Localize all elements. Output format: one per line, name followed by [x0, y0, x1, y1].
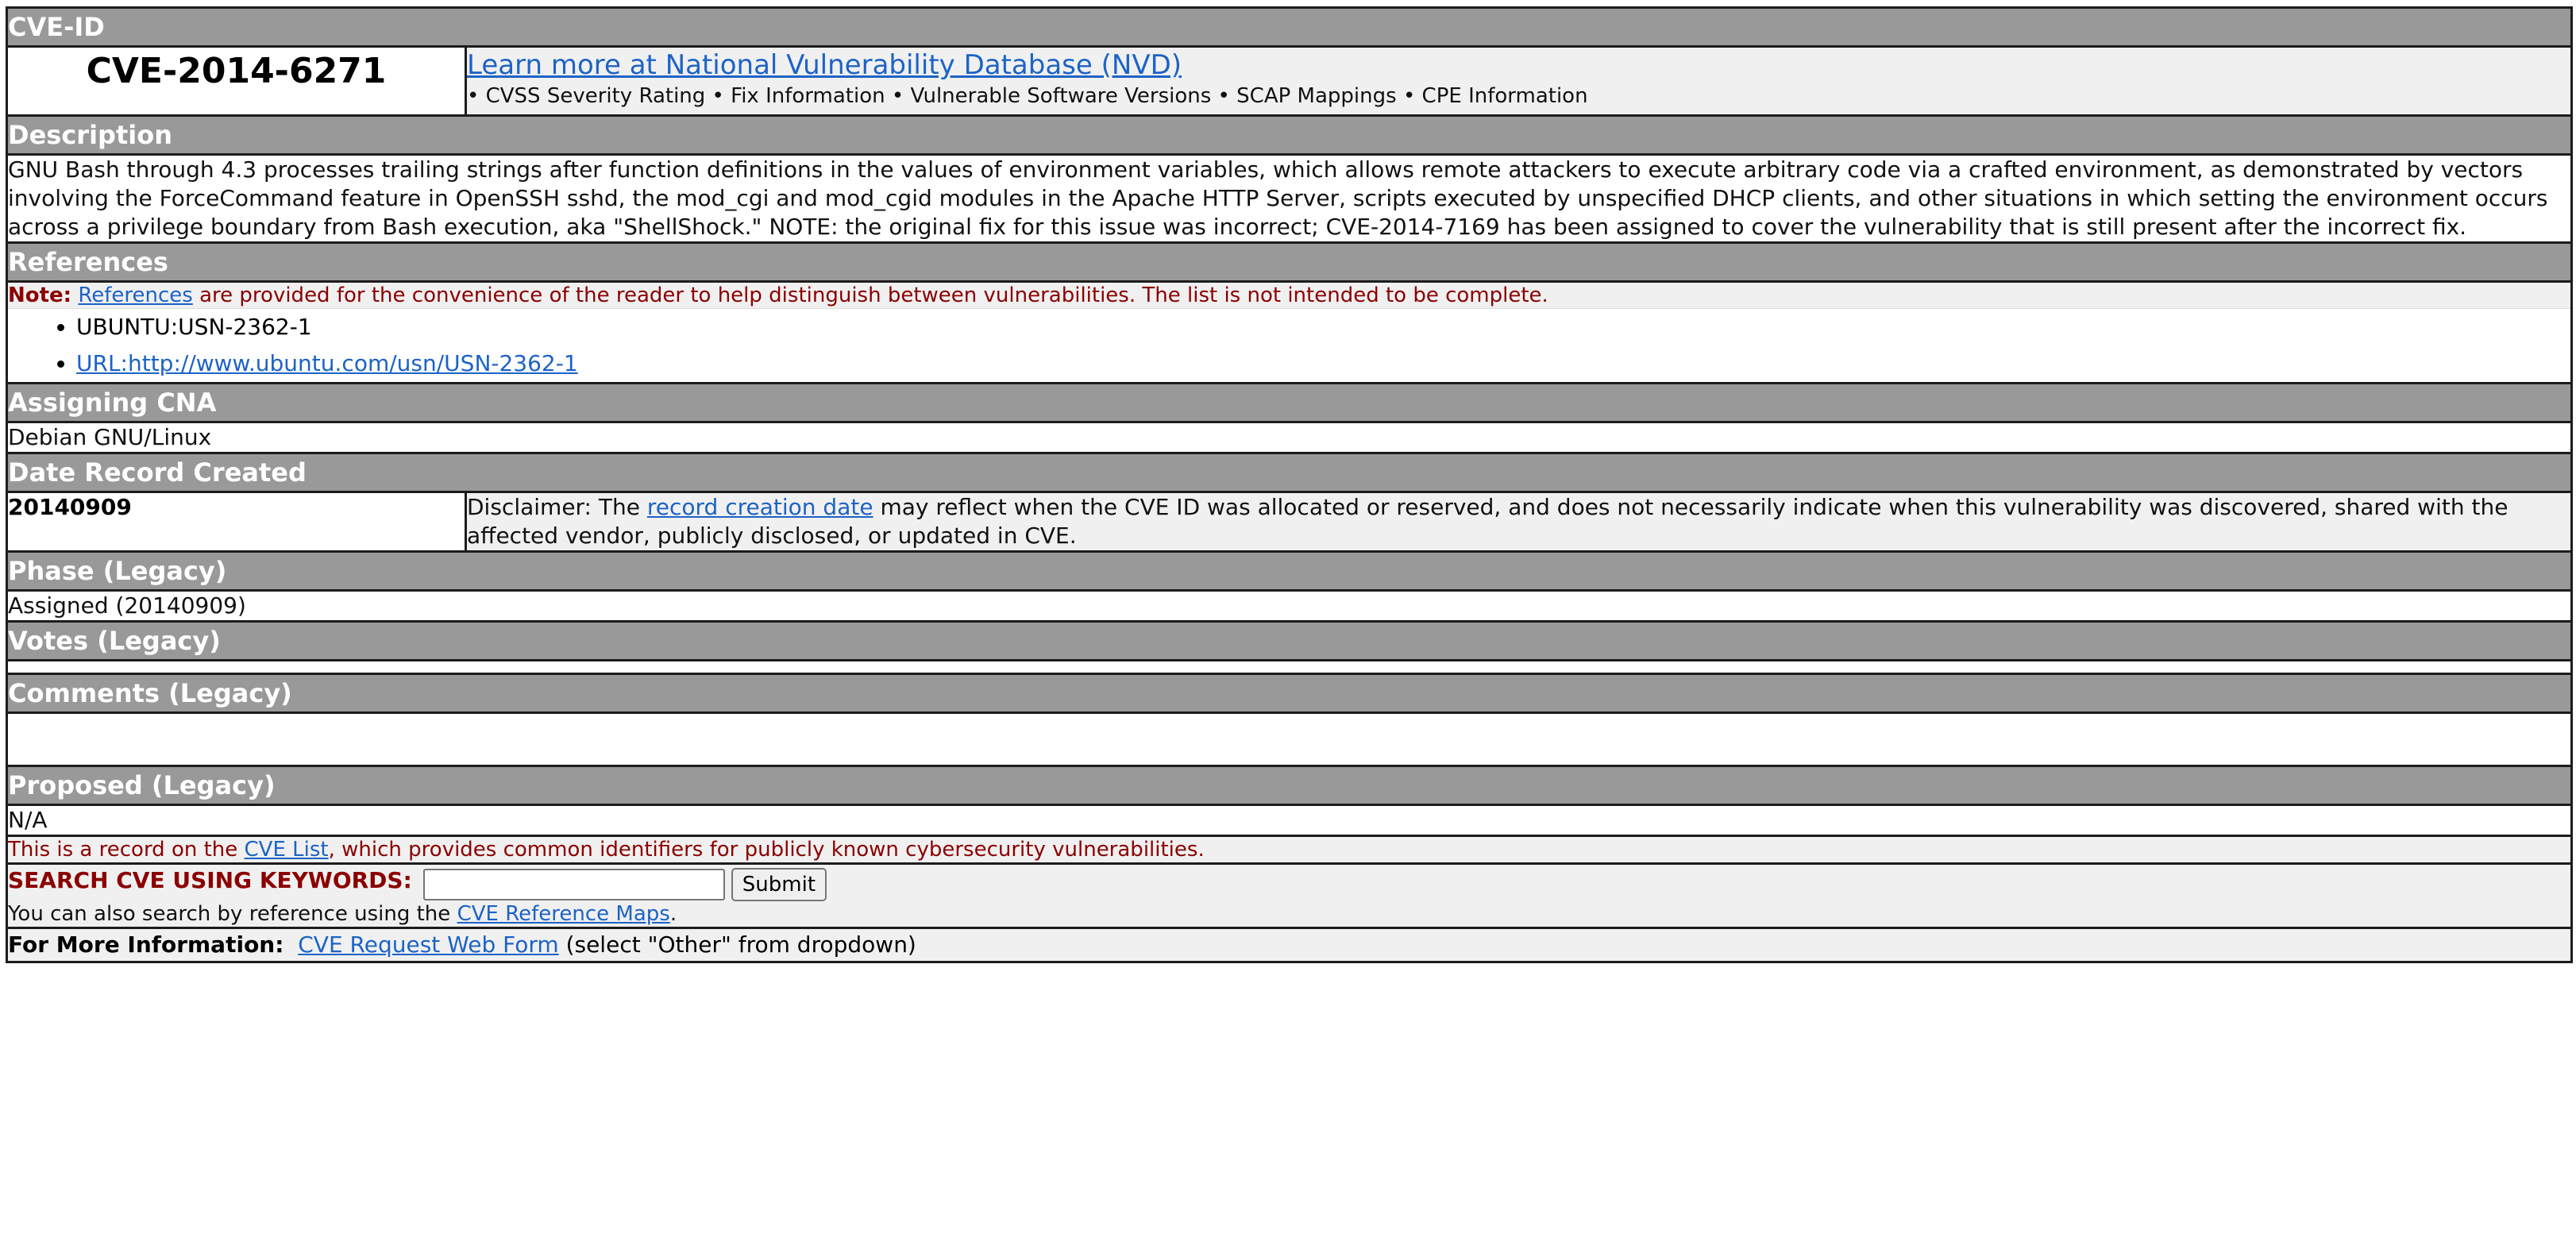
reference-item-ubuntu: UBUNTU:USN-2362-1	[76, 309, 2570, 345]
record-creation-date-link[interactable]: record creation date	[647, 494, 873, 520]
cve-list-link[interactable]: CVE List	[245, 838, 329, 862]
date-created-header-row: Date Record Created	[5, 452, 2574, 493]
comments-value	[5, 711, 2574, 767]
proposed-value: N/A	[5, 804, 2574, 837]
phase-value: Assigned (20140909)	[5, 589, 2574, 623]
phase-row: Assigned (20140909)	[5, 589, 2574, 623]
comments-header-row: Comments (Legacy)	[5, 673, 2574, 714]
references-link[interactable]: References	[78, 283, 192, 307]
nvd-cell: Learn more at National Vulnerability Dat…	[464, 45, 2574, 117]
search-sub-suffix: .	[669, 901, 677, 926]
cve-reference-maps-link[interactable]: CVE Reference Maps	[457, 902, 670, 926]
nvd-sub-list: • CVSS Severity Rating • Fix Information…	[467, 84, 1588, 108]
references-list-row: UBUNTU:USN-2362-1 URL:http://www.ubuntu.…	[5, 308, 2574, 384]
description-header-row: Description	[5, 114, 2574, 156]
search-input[interactable]	[422, 868, 725, 900]
cve-id-header-row: CVE-ID	[5, 6, 2574, 48]
search-row: SEARCH CVE USING KEYWORDS: Submit You can…	[5, 862, 2574, 929]
disclaimer-prefix: Disclaimer: The	[467, 494, 647, 520]
proposed-header-row: Proposed (Legacy)	[5, 765, 2574, 806]
assigning-cna-header: Assigning CNA	[5, 382, 2574, 423]
more-info-row: For More Information: CVE Request Web Fo…	[5, 926, 2574, 963]
date-created-header: Date Record Created	[5, 452, 2574, 493]
references-list: UBUNTU:USN-2362-1 URL:http://www.ubuntu.…	[8, 309, 2570, 382]
comments-row	[5, 711, 2574, 767]
cve-list-note-row: This is a record on the CVE List, which …	[5, 835, 2574, 865]
votes-row	[5, 659, 2574, 675]
assigning-cna-value: Debian GNU/Linux	[5, 421, 2574, 454]
more-info-suffix: (select "Other" from dropdown)	[558, 931, 916, 958]
cve-id-header: CVE-ID	[5, 6, 2574, 48]
references-header: References	[5, 241, 2574, 283]
phase-header-row: Phase (Legacy)	[5, 550, 2574, 592]
proposed-row: N/A	[5, 804, 2574, 837]
note-text: are provided for the convenience of the …	[192, 283, 1548, 307]
note-label: Note:	[8, 283, 72, 307]
cve-list-note: This is a record on the CVE List, which …	[5, 835, 2574, 865]
cve-id-value: CVE-2014-6271	[6, 45, 467, 117]
more-info-cell: For More Information: CVE Request Web Fo…	[5, 926, 2574, 963]
record-suffix: , which provides common identifiers for …	[328, 838, 1205, 862]
record-prefix: This is a record on the	[8, 838, 245, 862]
references-note: Note: References are provided for the co…	[5, 280, 2574, 309]
more-info-label: For More Information:	[8, 931, 284, 958]
date-created-row: 20140909 Disclaimer: The record creation…	[6, 491, 2574, 553]
search-sub-prefix: You can also search by reference using t…	[8, 901, 457, 926]
assigning-cna-header-row: Assigning CNA	[5, 382, 2574, 423]
cve-request-web-form-link[interactable]: CVE Request Web Form	[298, 931, 558, 958]
comments-header: Comments (Legacy)	[5, 673, 2574, 714]
submit-button[interactable]: Submit	[731, 867, 827, 901]
phase-header: Phase (Legacy)	[5, 550, 2574, 592]
nvd-link[interactable]: Learn more at National Vulnerability Dat…	[467, 49, 1182, 81]
date-created-value: 20140909	[6, 491, 467, 553]
reference-url-link[interactable]: URL:http://www.ubuntu.com/usn/USN-2362-1	[76, 350, 578, 376]
reference-text: UBUNTU:USN-2362-1	[76, 314, 312, 340]
references-list-cell: UBUNTU:USN-2362-1 URL:http://www.ubuntu.…	[5, 308, 2574, 384]
search-cell: SEARCH CVE USING KEYWORDS: Submit You can…	[5, 862, 2574, 929]
description-text: GNU Bash through 4.3 processes trailing …	[5, 153, 2574, 244]
references-header-row: References	[5, 241, 2574, 283]
votes-header: Votes (Legacy)	[5, 620, 2574, 661]
description-header: Description	[5, 114, 2574, 156]
cve-id-row: CVE-2014-6271 Learn more at National Vul…	[6, 45, 2574, 117]
cve-record-table: CVE-ID CVE-2014-6271 Learn more at Natio…	[5, 6, 2574, 963]
votes-header-row: Votes (Legacy)	[5, 620, 2574, 661]
search-sub-text: You can also search by reference using t…	[8, 901, 2570, 927]
votes-value	[5, 659, 2574, 675]
description-row: GNU Bash through 4.3 processes trailing …	[5, 153, 2574, 244]
reference-item-url: URL:http://www.ubuntu.com/usn/USN-2362-1	[76, 345, 2570, 382]
date-disclaimer: Disclaimer: The record creation date may…	[464, 491, 2574, 553]
references-note-row: Note: References are provided for the co…	[5, 280, 2574, 309]
proposed-header: Proposed (Legacy)	[5, 765, 2574, 806]
search-label: SEARCH CVE USING KEYWORDS:	[8, 867, 412, 893]
cve-record-page: CVE-ID CVE-2014-6271 Learn more at Natio…	[0, 0, 2576, 1234]
assigning-cna-row: Debian GNU/Linux	[5, 421, 2574, 454]
